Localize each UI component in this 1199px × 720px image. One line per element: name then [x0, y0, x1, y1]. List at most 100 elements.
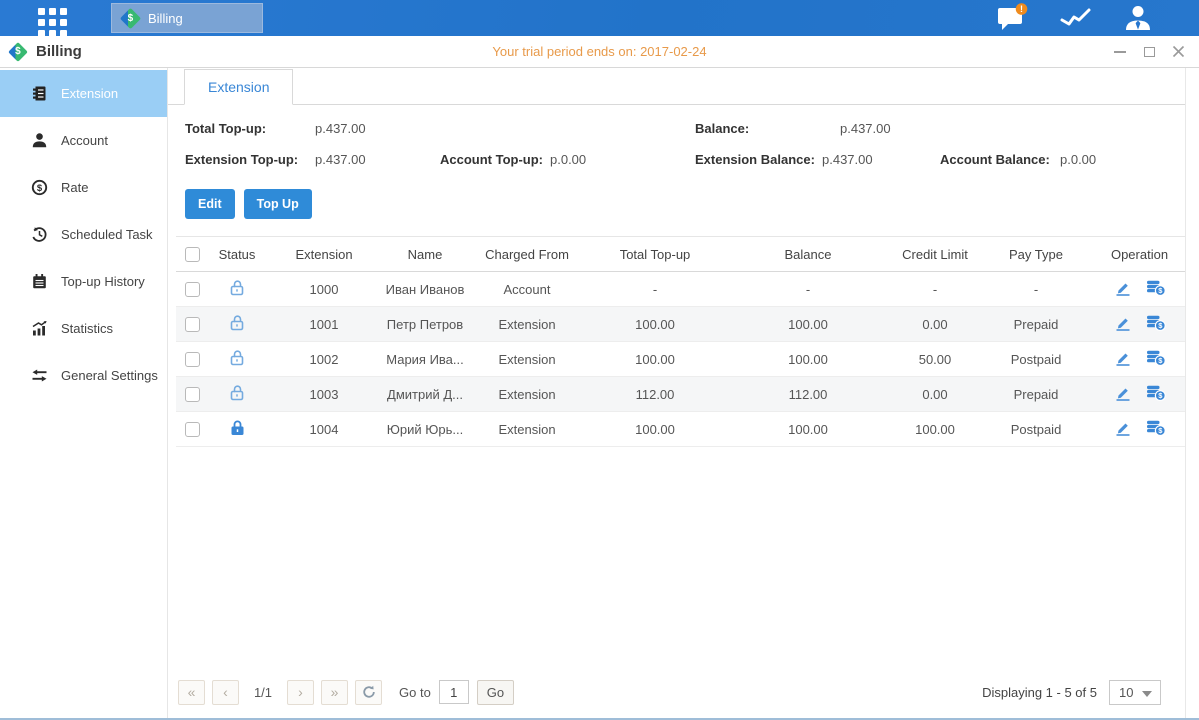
stats-bars-icon: [31, 320, 48, 337]
next-page-button[interactable]: ›: [287, 680, 314, 705]
sidebar-item-scheduled-task[interactable]: Scheduled Task: [0, 211, 167, 258]
edit-icon[interactable]: [1114, 315, 1132, 334]
sidebar-item-label: Account: [61, 133, 108, 148]
row-checkbox[interactable]: [185, 387, 200, 402]
messages-icon[interactable]: !: [996, 3, 1029, 33]
balance-cell: 112.00: [724, 377, 892, 412]
billing-app-icon: $: [120, 7, 141, 28]
sidebar-item-label: Extension: [61, 86, 118, 101]
lock-open-icon[interactable]: [229, 279, 246, 299]
sidebar-item-statistics[interactable]: Statistics: [0, 305, 167, 352]
pay-type-cell: Prepaid: [978, 307, 1094, 342]
topup-coins-icon[interactable]: $: [1146, 420, 1166, 439]
first-page-button[interactable]: «: [178, 680, 205, 705]
table-row: 1001Петр ПетровExtension100.00100.000.00…: [176, 307, 1185, 342]
total-topup-value: p.437.00: [315, 119, 366, 139]
dollar-circle-icon: $: [31, 179, 48, 196]
row-checkbox[interactable]: [185, 282, 200, 297]
name-cell: Дмитрий Д...: [382, 377, 468, 412]
table-row: 1002Мария Ива...Extension100.00100.0050.…: [176, 342, 1185, 377]
sidebar-item-label: Top-up History: [61, 274, 145, 289]
sidebar-item-general-settings[interactable]: General Settings: [0, 352, 167, 399]
pagination-bar: « ‹ 1/1 › » Go to Go Displaying 1 - 5 of…: [168, 678, 1185, 718]
pay-type-cell: Postpaid: [978, 412, 1094, 447]
history-clock-icon: [31, 226, 48, 243]
column-header-balance: Balance: [724, 237, 892, 272]
sidebar-item-topup-history[interactable]: Top-up History: [0, 258, 167, 305]
extension-cell: 1004: [266, 412, 382, 447]
account-balance-label: Account Balance:: [940, 150, 1060, 170]
sidebar-item-rate[interactable]: $ Rate: [0, 164, 167, 211]
total-topup-cell: 100.00: [586, 307, 724, 342]
billing-window: $ Billing !: [0, 0, 1199, 720]
column-header-status: Status: [208, 237, 266, 272]
edit-button[interactable]: Edit: [185, 189, 235, 219]
taskbar-tab-billing[interactable]: $ Billing: [111, 3, 263, 33]
topup-coins-icon[interactable]: $: [1146, 280, 1166, 299]
refresh-icon[interactable]: [355, 680, 382, 705]
last-page-button[interactable]: »: [321, 680, 348, 705]
edit-icon[interactable]: [1114, 420, 1132, 439]
go-button[interactable]: Go: [477, 680, 514, 705]
account-balance-value: p.0.00: [1060, 150, 1096, 170]
sidebar-item-account[interactable]: Account: [0, 117, 167, 164]
pay-type-cell: Postpaid: [978, 342, 1094, 377]
lock-open-icon[interactable]: [229, 349, 246, 369]
apps-grid-icon[interactable]: [38, 8, 67, 37]
maximize-icon[interactable]: [1142, 46, 1156, 58]
balance-cell: 100.00: [724, 412, 892, 447]
extension-table-body: 1000Иван ИвановAccount----$1001Петр Петр…: [176, 272, 1185, 447]
column-header-name: Name: [382, 237, 468, 272]
sidebar-item-extension[interactable]: Extension: [0, 70, 167, 117]
edit-icon[interactable]: [1114, 350, 1132, 369]
credit-limit-cell: 0.00: [892, 377, 978, 412]
svg-text:!: !: [1020, 4, 1023, 14]
extension-table: Status Extension Name Charged From Total…: [176, 236, 1185, 447]
lock-open-icon[interactable]: [229, 314, 246, 334]
lock-open-icon[interactable]: [229, 384, 246, 404]
lock-closed-icon[interactable]: [229, 419, 246, 439]
page-size-value: 10: [1119, 685, 1133, 700]
edit-icon[interactable]: [1114, 385, 1132, 404]
row-checkbox[interactable]: [185, 352, 200, 367]
row-checkbox[interactable]: [185, 422, 200, 437]
select-all-checkbox[interactable]: [185, 247, 200, 262]
topup-coins-icon[interactable]: $: [1146, 385, 1166, 404]
credit-limit-cell: -: [892, 272, 978, 307]
minimize-icon[interactable]: [1113, 46, 1127, 58]
window-titlebar: $ Billing Your trial period ends on: 201…: [0, 36, 1199, 68]
total-topup-cell: -: [586, 272, 724, 307]
tab-extension[interactable]: Extension: [184, 69, 293, 105]
column-header-extension: Extension: [266, 237, 382, 272]
name-cell: Иван Иванов: [382, 272, 468, 307]
tab-strip: Extension: [168, 68, 1185, 105]
extension-balance-value: p.437.00: [822, 150, 940, 170]
column-header-charged-from: Charged From: [468, 237, 586, 272]
reports-chart-icon[interactable]: [1059, 5, 1093, 31]
top-up-button[interactable]: Top Up: [244, 189, 312, 219]
svg-text:$: $: [37, 183, 43, 194]
extension-topup-value: p.437.00: [315, 150, 440, 170]
topup-coins-icon[interactable]: $: [1146, 315, 1166, 334]
user-account-icon[interactable]: [1123, 4, 1153, 32]
extension-cell: 1003: [266, 377, 382, 412]
credit-limit-cell: 100.00: [892, 412, 978, 447]
page-indicator: 1/1: [246, 685, 280, 700]
balance-cell: 100.00: [724, 307, 892, 342]
sidebar-item-label: Statistics: [61, 321, 113, 336]
extension-cell: 1000: [266, 272, 382, 307]
edit-icon[interactable]: [1114, 280, 1132, 299]
row-checkbox[interactable]: [185, 317, 200, 332]
column-header-pay-type: Pay Type: [978, 237, 1094, 272]
close-icon[interactable]: [1171, 46, 1185, 58]
credit-limit-cell: 50.00: [892, 342, 978, 377]
extension-balance-label: Extension Balance:: [695, 150, 822, 170]
charged-from-cell: Extension: [468, 377, 586, 412]
page-size-select[interactable]: 10: [1109, 680, 1161, 705]
prev-page-button[interactable]: ‹: [212, 680, 239, 705]
balance-cell: 100.00: [724, 342, 892, 377]
name-cell: Мария Ива...: [382, 342, 468, 377]
topup-coins-icon[interactable]: $: [1146, 350, 1166, 369]
goto-page-input[interactable]: [439, 680, 469, 704]
sidebar-item-label: Rate: [61, 180, 88, 195]
